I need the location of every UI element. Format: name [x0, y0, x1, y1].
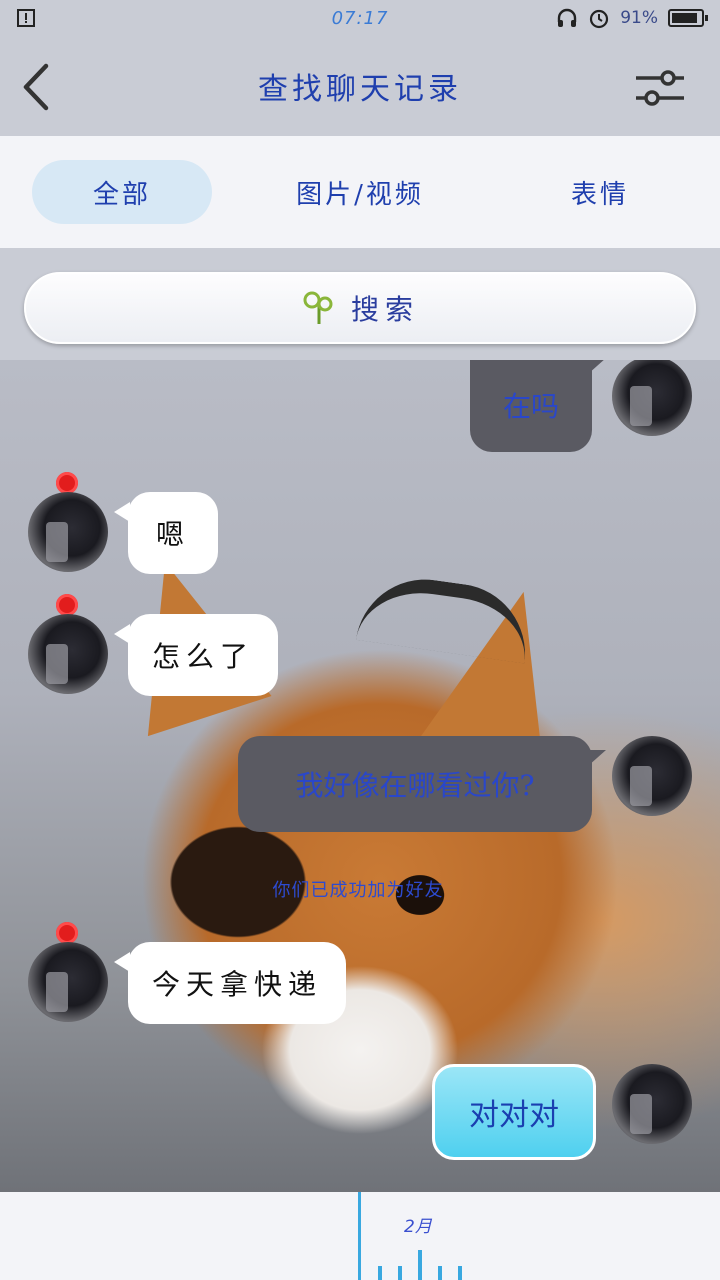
message-bubble-in[interactable]: 嗯 — [114, 492, 218, 574]
timeline-tick — [398, 1266, 402, 1280]
message-text: 我好像在哪看过你? — [295, 769, 535, 802]
filter-settings-icon[interactable] — [634, 68, 686, 108]
avatar-self[interactable] — [612, 1064, 692, 1144]
sprout-search-icon — [303, 291, 333, 324]
message-bubble-in[interactable]: 怎么了 — [114, 614, 278, 696]
search-label: 搜索 — [350, 293, 419, 326]
message-text: 在吗 — [502, 390, 559, 423]
tab-all[interactable]: 全部 — [32, 160, 212, 224]
date-timeline[interactable]: 2月 — [0, 1192, 720, 1280]
avatar-self[interactable] — [612, 360, 692, 436]
timeline-cursor[interactable] — [358, 1192, 361, 1280]
system-notice: 你们已成功加为好友 — [272, 880, 444, 901]
timeline-month-label: 2月 — [404, 1217, 432, 1237]
message-text: 嗯 — [155, 518, 190, 551]
search-button[interactable]: 搜索 — [24, 272, 696, 344]
timeline-tick — [418, 1250, 422, 1280]
message-bubble-out[interactable]: 对对对 — [432, 1064, 596, 1160]
timeline-tick — [438, 1266, 442, 1280]
timeline-tick — [458, 1266, 462, 1280]
avatar-contact[interactable] — [28, 942, 108, 1022]
back-arrow-icon[interactable] — [20, 62, 60, 112]
message-bubble-in[interactable]: 今天拿快递 — [114, 942, 346, 1024]
flower-badge-icon — [56, 472, 78, 494]
avatar-contact[interactable] — [28, 614, 108, 694]
message-bubble-out[interactable]: 我好像在哪看过你? — [238, 736, 606, 832]
page-title: 查找聊天记录 — [258, 72, 462, 107]
status-bar: 07:17 91% — [0, 0, 720, 36]
background-dog-strap — [355, 570, 535, 664]
flower-badge-icon — [56, 922, 78, 944]
tab-bar: 全部 图片/视频 表情 — [0, 136, 720, 248]
tab-images-videos[interactable]: 图片/视频 — [240, 160, 480, 224]
battery-icon — [668, 9, 708, 27]
message-text: 对对对 — [469, 1098, 559, 1133]
search-area: 搜索 — [0, 248, 720, 360]
status-time: 07:17 — [331, 7, 389, 29]
timeline-tick — [378, 1266, 382, 1280]
message-text: 怎么了 — [151, 640, 254, 673]
flower-badge-icon — [56, 594, 78, 616]
header: 查找聊天记录 — [0, 36, 720, 136]
message-text: 今天拿快递 — [151, 968, 322, 1001]
message-bubble-out[interactable]: 在吗 — [470, 360, 606, 452]
chat-history[interactable]: 在吗 嗯 怎么了 我好像在哪看过你? 你们已成功加为好友 今天拿快递 对对对 — [0, 360, 720, 1192]
avatar-contact[interactable] — [28, 492, 108, 572]
tab-stickers[interactable]: 表情 — [480, 160, 720, 224]
avatar-self[interactable] — [612, 736, 692, 816]
